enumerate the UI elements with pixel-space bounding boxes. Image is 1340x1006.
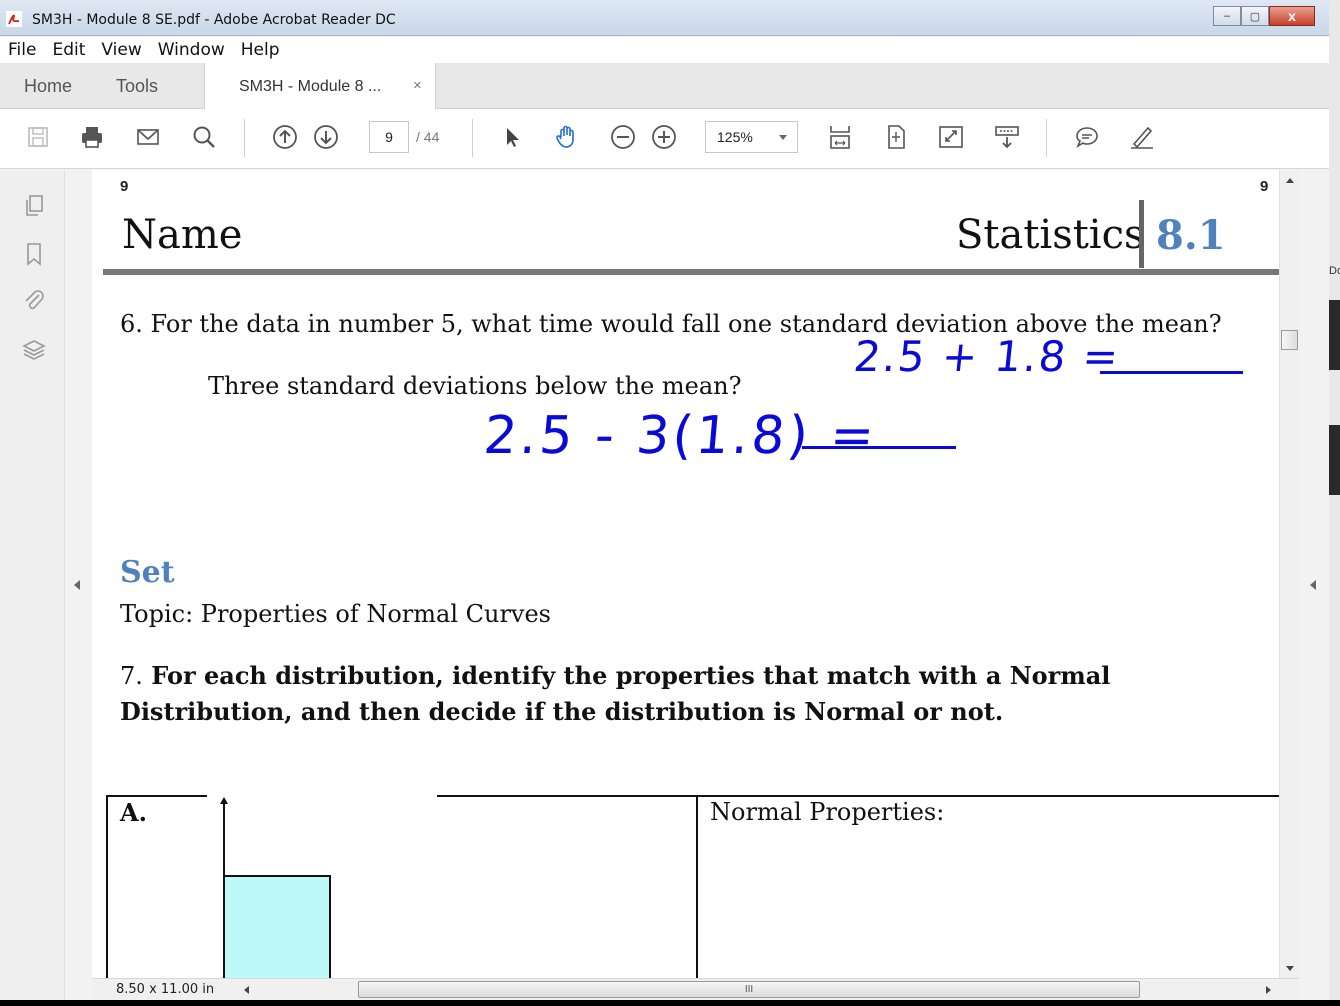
menu-window[interactable]: Window: [158, 40, 225, 60]
chevron-left-icon: [1310, 580, 1316, 590]
header-divider: [1139, 200, 1144, 268]
zoom-value: 125%: [717, 129, 753, 145]
table-border: [437, 795, 1279, 797]
background-window-block: [1329, 300, 1340, 370]
table-border: [106, 795, 207, 797]
header-name: Name: [122, 212, 243, 258]
answer-blank-2: [802, 446, 956, 449]
read-mode-icon[interactable]: [991, 121, 1023, 153]
pdf-page: 9 9 Name Statistics 8.1 6. For the data …: [92, 170, 1279, 978]
email-icon[interactable]: [132, 121, 164, 153]
zoom-in-icon[interactable]: [648, 121, 680, 153]
histogram-bar: [223, 875, 331, 978]
table-cell-a-label: A.: [120, 798, 147, 827]
question-7-text: For each distribution, identify the prop…: [120, 661, 1111, 726]
page-total: / 44: [416, 129, 440, 145]
hand-icon[interactable]: [551, 121, 583, 153]
prev-page-icon[interactable]: [269, 121, 301, 153]
question-7: 7. For each distribution, identify the p…: [120, 658, 1270, 730]
tab-bar: Home Tools SM3H - Module 8 ... ×: [0, 63, 1329, 110]
page-size-label: 8.50 x 11.00 in: [116, 982, 215, 997]
layers-icon[interactable]: [20, 336, 48, 364]
horizontal-scroll-thumb[interactable]: III: [358, 981, 1140, 998]
scroll-left-icon[interactable]: [244, 986, 249, 994]
tab-document-label: SM3H - Module 8 ...: [239, 77, 382, 95]
tab-tools[interactable]: Tools: [116, 63, 158, 109]
tab-home[interactable]: Home: [24, 63, 72, 109]
handwritten-answer-1: 2.5 + 1.8 =: [851, 332, 1123, 381]
header-rule: [103, 269, 1279, 275]
minimize-button[interactable]: –: [1213, 6, 1241, 26]
search-icon[interactable]: [188, 121, 220, 153]
handwritten-answer-2: 2.5 - 3(1.8) =: [481, 406, 880, 466]
chevron-left-icon: [74, 580, 80, 590]
section-set: Set: [120, 555, 175, 590]
tab-document[interactable]: SM3H - Module 8 ... ×: [204, 63, 436, 110]
attachments-icon[interactable]: [20, 286, 48, 314]
zoom-select[interactable]: 125%: [705, 121, 798, 153]
topic-line: Topic: Properties of Normal Curves: [120, 600, 551, 628]
header-subject: Statistics: [956, 212, 1145, 258]
right-pane-collapse[interactable]: [1299, 170, 1329, 1000]
fit-page-icon[interactable]: [880, 121, 912, 153]
header-section: 8.1: [1156, 212, 1226, 259]
chevron-down-icon: [779, 135, 787, 140]
close-button[interactable]: x: [1269, 6, 1315, 26]
menu-view[interactable]: View: [101, 40, 141, 60]
scroll-up-icon[interactable]: [1286, 178, 1294, 183]
screen-edge: [0, 1000, 1340, 1006]
print-icon[interactable]: [76, 121, 108, 153]
scroll-right-icon[interactable]: [1266, 986, 1271, 994]
normal-properties-label: Normal Properties:: [710, 798, 945, 826]
maximize-button[interactable]: ▢: [1241, 6, 1269, 26]
background-window-text: Do: [1329, 265, 1340, 277]
acrobat-logo-icon: [6, 11, 22, 27]
scroll-mode-icon[interactable]: [824, 121, 856, 153]
navigation-pane: [0, 170, 65, 1000]
zoom-out-icon[interactable]: [607, 121, 639, 153]
menu-edit[interactable]: Edit: [52, 40, 85, 60]
select-icon[interactable]: [496, 121, 528, 153]
page-thumbnails-icon[interactable]: [20, 192, 48, 220]
answer-blank-1: [1100, 371, 1243, 374]
question-7-number: 7.: [120, 662, 143, 690]
next-page-icon[interactable]: [310, 121, 342, 153]
bookmarks-icon[interactable]: [20, 240, 48, 268]
scroll-down-icon[interactable]: [1286, 966, 1294, 971]
tab-close-icon[interactable]: ×: [413, 77, 422, 94]
table-divider: [696, 795, 698, 978]
menu-help[interactable]: Help: [241, 40, 280, 60]
menu-file[interactable]: File: [8, 40, 36, 60]
scroll-thumb[interactable]: [1281, 330, 1298, 350]
page-number-label-right: 9: [1260, 178, 1269, 195]
toolbar: 9 / 44 125%: [0, 109, 1329, 169]
table-border: [106, 795, 108, 978]
save-icon[interactable]: [22, 121, 54, 153]
sign-icon[interactable]: [1126, 121, 1158, 153]
title-bar: SM3H - Module 8 SE.pdf - Adobe Acrobat R…: [0, 0, 1329, 36]
comment-icon[interactable]: [1071, 121, 1103, 153]
fullscreen-icon[interactable]: [935, 121, 967, 153]
question-6b: Three standard deviations below the mean…: [208, 372, 742, 400]
acrobat-window: SM3H - Module 8 SE.pdf - Adobe Acrobat R…: [0, 0, 1329, 1000]
background-window-block: [1329, 425, 1340, 495]
vertical-scrollbar[interactable]: [1279, 170, 1299, 978]
menu-bar: File Edit View Window Help: [0, 37, 1329, 63]
status-bar: 8.50 x 11.00 in III: [92, 978, 1299, 1000]
background-window-edge: Do: [1329, 0, 1340, 1006]
left-pane-collapse[interactable]: [66, 170, 92, 1000]
page-number-label: 9: [120, 178, 129, 195]
window-title: SM3H - Module 8 SE.pdf - Adobe Acrobat R…: [32, 12, 396, 28]
page-number-input[interactable]: 9: [369, 121, 409, 153]
